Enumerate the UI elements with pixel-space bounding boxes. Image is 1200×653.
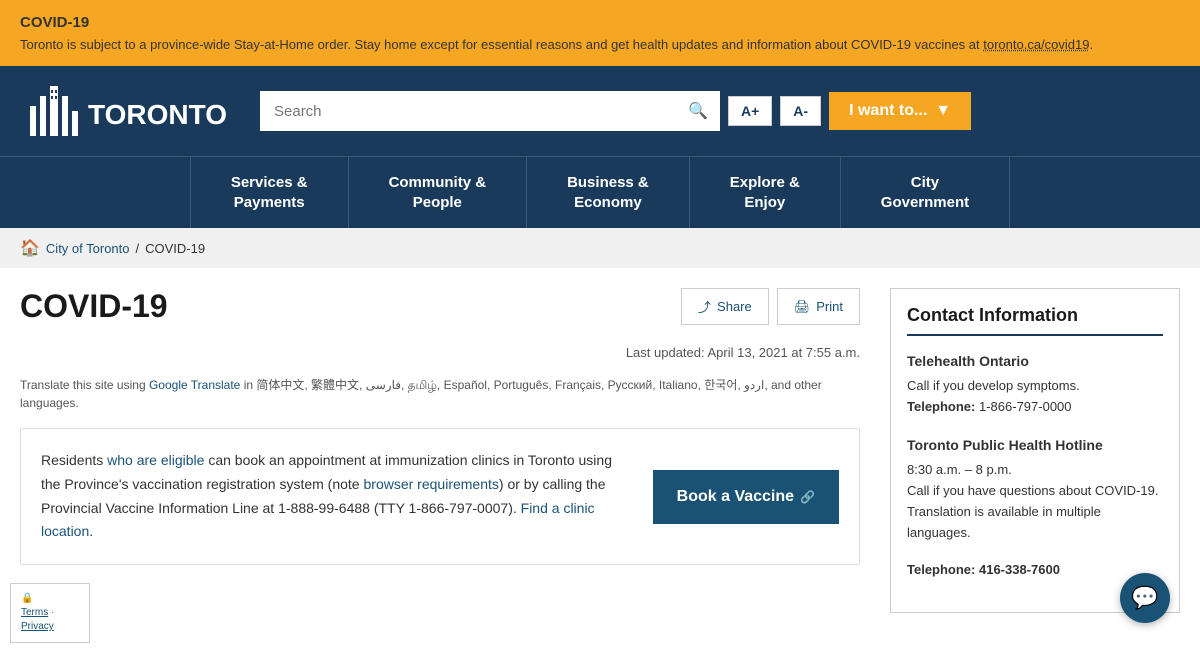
i-want-button[interactable]: I want to... ▼ — [829, 92, 971, 130]
home-icon: 🏠 — [20, 238, 40, 258]
alert-link[interactable]: toronto.ca/covid19 — [983, 37, 1089, 52]
breadcrumb: 🏠 City of Toronto / COVID-19 — [0, 228, 1200, 268]
vaccine-text-end: . — [89, 523, 93, 539]
nav-explore[interactable]: Explore &Enjoy — [690, 157, 841, 228]
page-title: COVID-19 — [20, 288, 168, 325]
alert-title: COVID-19 — [20, 14, 89, 31]
cookie-lock-icon: 🔒 — [21, 592, 79, 606]
external-link-icon: 🔗 — [800, 490, 815, 504]
telehealth-line1: Call if you develop symptoms. — [907, 376, 1163, 397]
header: TORONTO 🔍 A+ A- I want to... ▼ — [0, 66, 1200, 156]
breadcrumb-home-link[interactable]: City of Toronto — [46, 241, 130, 256]
print-icon: 🖨 — [794, 299, 811, 315]
cookie-notice: 🔒 Terms · Privacy — [10, 583, 90, 643]
alert-text: Toronto is subject to a province-wide St… — [20, 37, 983, 52]
left-column: COVID-19 ⤴ Share 🖨 Print Last updated: A… — [20, 288, 860, 613]
book-btn-label: Book a Vaccine — [677, 488, 794, 506]
contact-box: Contact Information Telehealth Ontario C… — [890, 288, 1180, 613]
breadcrumb-separator: / — [136, 241, 140, 256]
chat-bubble[interactable]: 💬 — [1120, 573, 1170, 623]
contact-telehealth: Telehealth Ontario Call if you develop s… — [907, 350, 1163, 418]
vaccine-inner: Residents who are eligible can book an a… — [41, 449, 839, 544]
telehealth-phone: Telephone: 1-866-797-0000 — [907, 397, 1163, 418]
print-button[interactable]: 🖨 Print — [777, 288, 860, 325]
browser-requirements-link[interactable]: browser requirements — [364, 476, 499, 492]
translate-line: Translate this site using Google Transla… — [20, 376, 860, 412]
nav-community[interactable]: Community &People — [349, 157, 528, 228]
telehealth-title: Telehealth Ontario — [907, 350, 1163, 372]
contact-toronto-health: Toronto Public Health Hotline 8:30 a.m. … — [907, 434, 1163, 544]
vaccine-box: Residents who are eligible can book an a… — [20, 428, 860, 565]
nav-business[interactable]: Business &Economy — [527, 157, 690, 228]
google-translate-link[interactable]: Google Translate — [149, 378, 240, 392]
book-vaccine-button[interactable]: Book a Vaccine 🔗 — [653, 470, 839, 524]
contact-toronto-phone: Telephone: 416-338-7600 — [907, 560, 1163, 581]
share-icon: ⤴ — [698, 297, 711, 316]
vaccine-text: Residents who are eligible can book an a… — [41, 449, 633, 544]
contact-title: Contact Information — [907, 305, 1163, 336]
eligible-link[interactable]: who are eligible — [107, 452, 204, 468]
last-updated: Last updated: April 13, 2021 at 7:55 a.m… — [20, 345, 860, 360]
breadcrumb-current: COVID-19 — [145, 241, 205, 256]
nav-services[interactable]: Services &Payments — [190, 157, 349, 228]
font-increase-button[interactable]: A+ — [728, 96, 772, 126]
chat-icon: 💬 — [1131, 585, 1158, 611]
right-column: Contact Information Telehealth Ontario C… — [890, 288, 1180, 613]
share-button[interactable]: ⤴ Share — [681, 288, 769, 325]
main-content: COVID-19 ⤴ Share 🖨 Print Last updated: A… — [0, 268, 1200, 613]
vaccine-text-before: Residents — [41, 452, 107, 468]
cookie-privacy-link[interactable]: Privacy — [21, 621, 54, 632]
chevron-down-icon: ▼ — [935, 102, 951, 120]
translate-prefix: Translate this site using — [20, 378, 146, 392]
font-decrease-button[interactable]: A- — [780, 96, 821, 126]
search-button[interactable]: 🔍 — [676, 91, 720, 131]
search-input[interactable] — [260, 93, 676, 130]
logo-area: TORONTO — [20, 76, 240, 146]
toronto-health-title: Toronto Public Health Hotline — [907, 434, 1163, 456]
cookie-terms-link[interactable]: Terms — [21, 607, 48, 618]
search-row: 🔍 A+ A- I want to... ▼ — [260, 91, 1180, 131]
svg-text:TORONTO: TORONTO — [88, 99, 227, 130]
alert-banner: COVID-19 Toronto is subject to a provinc… — [0, 0, 1200, 66]
toronto-phone: Telephone: 416-338-7600 — [907, 562, 1060, 577]
nav-city[interactable]: CityGovernment — [841, 157, 1010, 228]
i-want-label: I want to... — [849, 102, 927, 120]
search-icon: 🔍 — [688, 103, 708, 120]
header-right: 🔍 A+ A- I want to... ▼ — [260, 91, 1180, 131]
main-nav: Services &Payments Community &People Bus… — [0, 156, 1200, 228]
toronto-health-hours: 8:30 a.m. – 8 p.m. — [907, 460, 1163, 481]
page-actions: ⤴ Share 🖨 Print — [681, 288, 860, 325]
search-box: 🔍 — [260, 91, 720, 131]
toronto-health-desc: Call if you have questions about COVID-1… — [907, 481, 1163, 543]
toronto-logo[interactable]: TORONTO — [20, 76, 240, 146]
